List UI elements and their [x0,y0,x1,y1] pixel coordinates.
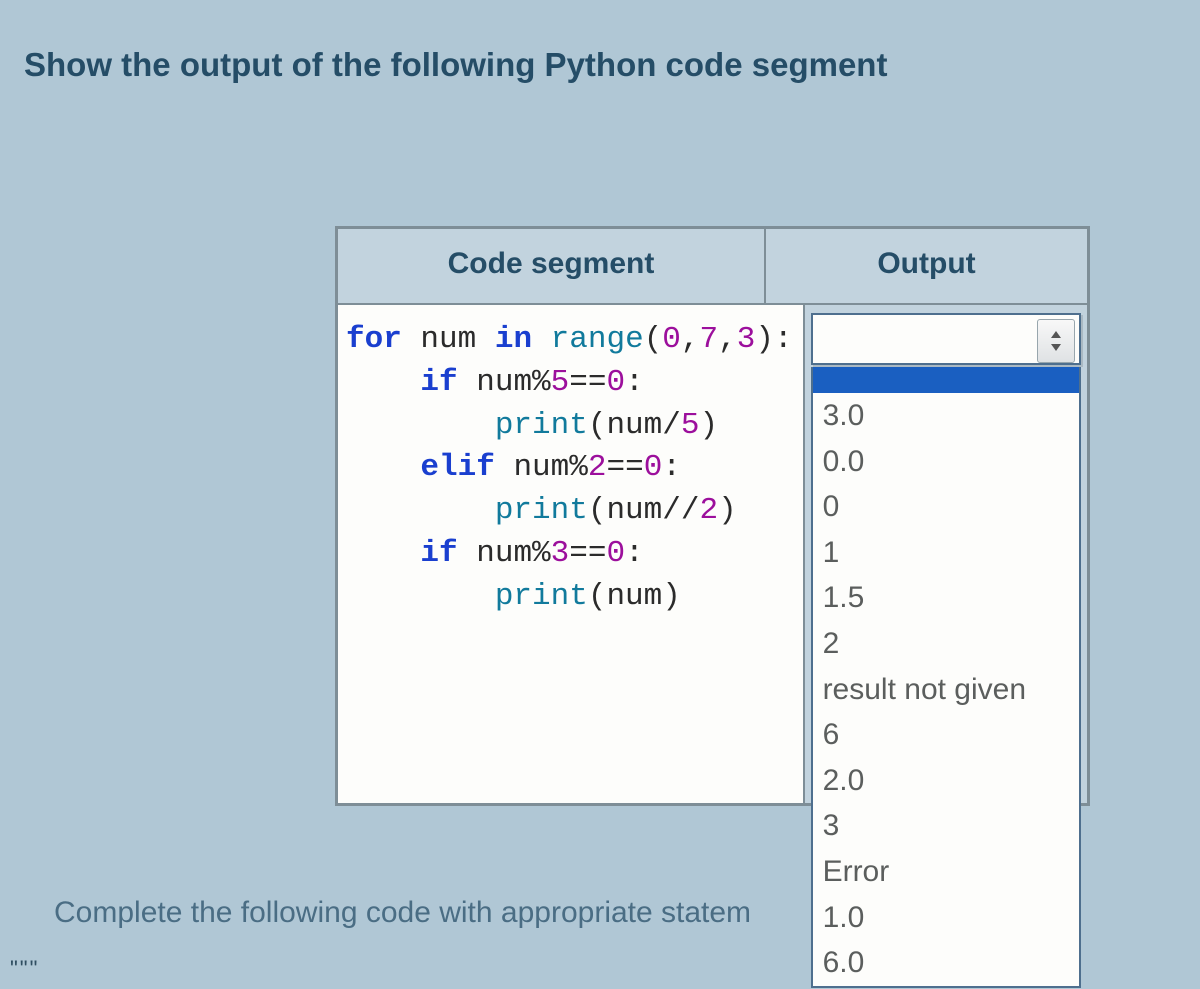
kw-for: for [346,322,402,357]
option-0[interactable]: 3.0 [813,393,1079,439]
option-10[interactable]: Error [813,849,1079,895]
footer-marks: """ [10,956,39,982]
option-2[interactable]: 0 [813,484,1079,530]
option-3[interactable]: 1 [813,530,1079,576]
fn-range: range [551,322,644,357]
kw-if: if [420,365,457,400]
code-cell: for num in range(0,7,3): if num%5==0: pr… [337,304,804,804]
output-options-list[interactable]: 3.00.0011.52result not given62.03Error1.… [811,367,1081,988]
body-row: for num in range(0,7,3): if num%5==0: pr… [337,304,1088,804]
kw-elif: elif [420,450,494,485]
next-question-text: Complete the following code with appropr… [54,896,751,930]
option-5[interactable]: 2 [813,621,1079,667]
sort-icon [1049,331,1063,351]
header-code: Code segment [337,228,765,304]
question-table: Code segment Output for num in range(0,7… [335,226,1090,806]
output-selected-value [813,315,823,346]
option-8[interactable]: 2.0 [813,758,1079,804]
option-1[interactable]: 0.0 [813,439,1079,485]
option-6[interactable]: result not given [813,667,1079,713]
option-12[interactable]: 6.0 [813,940,1079,986]
option-4[interactable]: 1.5 [813,575,1079,621]
option-11[interactable]: 1.0 [813,895,1079,941]
fn-print: print [495,408,588,443]
option-9[interactable]: 3 [813,803,1079,849]
option-7[interactable]: 6 [813,712,1079,758]
output-cell: 3.00.0011.52result not given62.03Error1.… [804,304,1088,804]
fn-print: print [495,493,588,528]
header-output: Output [765,228,1088,304]
kw-if: if [420,536,457,571]
kw-in: in [495,322,532,357]
header-row: Code segment Output [337,228,1088,304]
output-select[interactable] [811,313,1081,365]
question-title: Show the output of the following Python … [24,46,1200,84]
dropdown-toggle[interactable] [1037,319,1075,363]
fn-print: print [495,579,588,614]
option-highlight [813,367,1079,393]
code-segment: for num in range(0,7,3): if num%5==0: pr… [346,319,793,618]
